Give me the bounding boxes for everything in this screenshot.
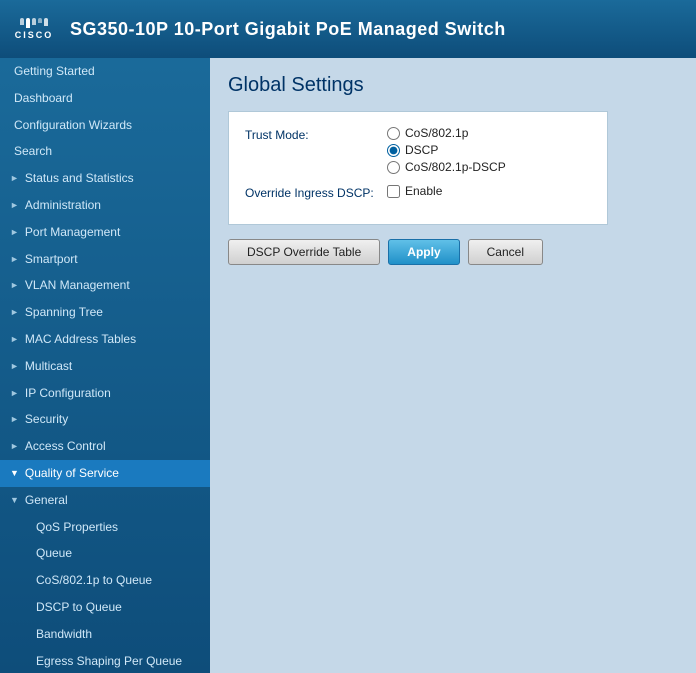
sidebar-label: Configuration Wizards <box>14 117 132 134</box>
chevron-right-icon: ► <box>10 199 19 212</box>
override-ingress-label: Override Ingress DSCP: <box>245 184 375 200</box>
sidebar-label: Spanning Tree <box>25 304 103 321</box>
chevron-right-icon: ► <box>10 306 19 319</box>
sidebar-label: Egress Shaping Per Queue <box>36 653 182 670</box>
chevron-right-icon: ► <box>10 333 19 346</box>
sidebar-item-general[interactable]: ▼ General <box>0 487 210 514</box>
sidebar-item-qos-properties[interactable]: QoS Properties <box>0 514 210 541</box>
sidebar-label: Smartport <box>25 251 78 268</box>
sidebar-label: Security <box>25 411 68 428</box>
sidebar-item-administration[interactable]: ► Administration <box>0 192 210 219</box>
trust-mode-cos-radio[interactable] <box>387 127 400 140</box>
trust-mode-cos-dscp[interactable]: CoS/802.1p-DSCP <box>387 160 506 174</box>
sidebar-label: Multicast <box>25 358 72 375</box>
sidebar-label: IP Configuration <box>25 385 111 402</box>
sidebar-label: Dashboard <box>14 90 73 107</box>
main-content: Global Settings Trust Mode: CoS/802.1p D… <box>210 58 696 673</box>
sidebar-item-multicast[interactable]: ► Multicast <box>0 353 210 380</box>
trust-mode-cos-dscp-radio[interactable] <box>387 161 400 174</box>
trust-mode-cos-label: CoS/802.1p <box>405 126 468 140</box>
sidebar-item-getting-started[interactable]: Getting Started <box>0 58 210 85</box>
button-row: DSCP Override Table Apply Cancel <box>228 239 678 265</box>
sidebar-label: DSCP to Queue <box>36 599 122 616</box>
sidebar-label: Status and Statistics <box>25 170 134 187</box>
sidebar-item-spanning-tree[interactable]: ► Spanning Tree <box>0 299 210 326</box>
sidebar-label: Administration <box>25 197 101 214</box>
sidebar-label: VLAN Management <box>25 277 130 294</box>
sidebar-item-bandwidth[interactable]: Bandwidth <box>0 621 210 648</box>
trust-mode-dscp[interactable]: DSCP <box>387 143 506 157</box>
chevron-right-icon: ► <box>10 253 19 266</box>
sidebar-item-status-statistics[interactable]: ► Status and Statistics <box>0 165 210 192</box>
trust-mode-row: Trust Mode: CoS/802.1p DSCP CoS/802.1p-D… <box>245 126 591 174</box>
chevron-right-icon: ► <box>10 172 19 185</box>
sidebar-label: Quality of Service <box>25 465 119 482</box>
sidebar-item-quality-of-service[interactable]: ▼ Quality of Service <box>0 460 210 487</box>
sidebar-item-configuration-wizards[interactable]: Configuration Wizards <box>0 112 210 139</box>
sidebar-label: Queue <box>36 545 72 562</box>
layout: Getting Started Dashboard Configuration … <box>0 58 696 673</box>
page-title: Global Settings <box>228 74 678 97</box>
sidebar-label: CoS/802.1p to Queue <box>36 572 152 589</box>
sidebar-label: MAC Address Tables <box>25 331 136 348</box>
chevron-down-icon: ▼ <box>10 467 19 480</box>
trust-mode-label: Trust Mode: <box>245 126 375 142</box>
chevron-right-icon: ► <box>10 413 19 426</box>
sidebar-label: General <box>25 492 68 509</box>
dscp-override-table-button[interactable]: DSCP Override Table <box>228 239 380 265</box>
override-ingress-enable-label: Enable <box>405 184 442 198</box>
sidebar-item-port-management[interactable]: ► Port Management <box>0 219 210 246</box>
sidebar-item-ip-configuration[interactable]: ► IP Configuration <box>0 380 210 407</box>
header: CISCO SG350-10P 10-Port Gigabit PoE Mana… <box>0 0 696 58</box>
override-ingress-option[interactable]: Enable <box>387 184 442 198</box>
sidebar-item-access-control[interactable]: ► Access Control <box>0 433 210 460</box>
sidebar-item-mac-address-tables[interactable]: ► MAC Address Tables <box>0 326 210 353</box>
sidebar-label: Port Management <box>25 224 120 241</box>
sidebar-item-cos-to-queue[interactable]: CoS/802.1p to Queue <box>0 567 210 594</box>
sidebar-item-security[interactable]: ► Security <box>0 406 210 433</box>
settings-box: Trust Mode: CoS/802.1p DSCP CoS/802.1p-D… <box>228 111 608 225</box>
sidebar-label: QoS Properties <box>36 519 118 536</box>
sidebar-item-smartport[interactable]: ► Smartport <box>0 246 210 273</box>
sidebar-item-queue[interactable]: Queue <box>0 540 210 567</box>
sidebar-label: Getting Started <box>14 63 95 80</box>
chevron-right-icon: ► <box>10 440 19 453</box>
chevron-right-icon: ► <box>10 360 19 373</box>
trust-mode-cos-dscp-label: CoS/802.1p-DSCP <box>405 160 506 174</box>
trust-mode-options: CoS/802.1p DSCP CoS/802.1p-DSCP <box>387 126 506 174</box>
cisco-logo: CISCO <box>12 12 56 46</box>
sidebar-item-dashboard[interactable]: Dashboard <box>0 85 210 112</box>
sidebar-label: Access Control <box>25 438 106 455</box>
chevron-right-icon: ► <box>10 226 19 239</box>
sidebar: Getting Started Dashboard Configuration … <box>0 58 210 673</box>
sidebar-item-dscp-to-queue[interactable]: DSCP to Queue <box>0 594 210 621</box>
override-ingress-row: Override Ingress DSCP: Enable <box>245 184 591 200</box>
header-title: SG350-10P 10-Port Gigabit PoE Managed Sw… <box>70 19 506 40</box>
trust-mode-dscp-radio[interactable] <box>387 144 400 157</box>
chevron-right-icon: ► <box>10 279 19 292</box>
chevron-down-icon: ▼ <box>10 494 19 507</box>
sidebar-label: Search <box>14 143 52 160</box>
cancel-button[interactable]: Cancel <box>468 239 543 265</box>
trust-mode-cos[interactable]: CoS/802.1p <box>387 126 506 140</box>
sidebar-item-egress-shaping[interactable]: Egress Shaping Per Queue <box>0 648 210 673</box>
override-ingress-checkbox[interactable] <box>387 185 400 198</box>
chevron-right-icon: ► <box>10 387 19 400</box>
apply-button[interactable]: Apply <box>388 239 459 265</box>
sidebar-label: Bandwidth <box>36 626 92 643</box>
sidebar-item-vlan-management[interactable]: ► VLAN Management <box>0 272 210 299</box>
trust-mode-dscp-label: DSCP <box>405 143 438 157</box>
sidebar-item-search[interactable]: Search <box>0 138 210 165</box>
